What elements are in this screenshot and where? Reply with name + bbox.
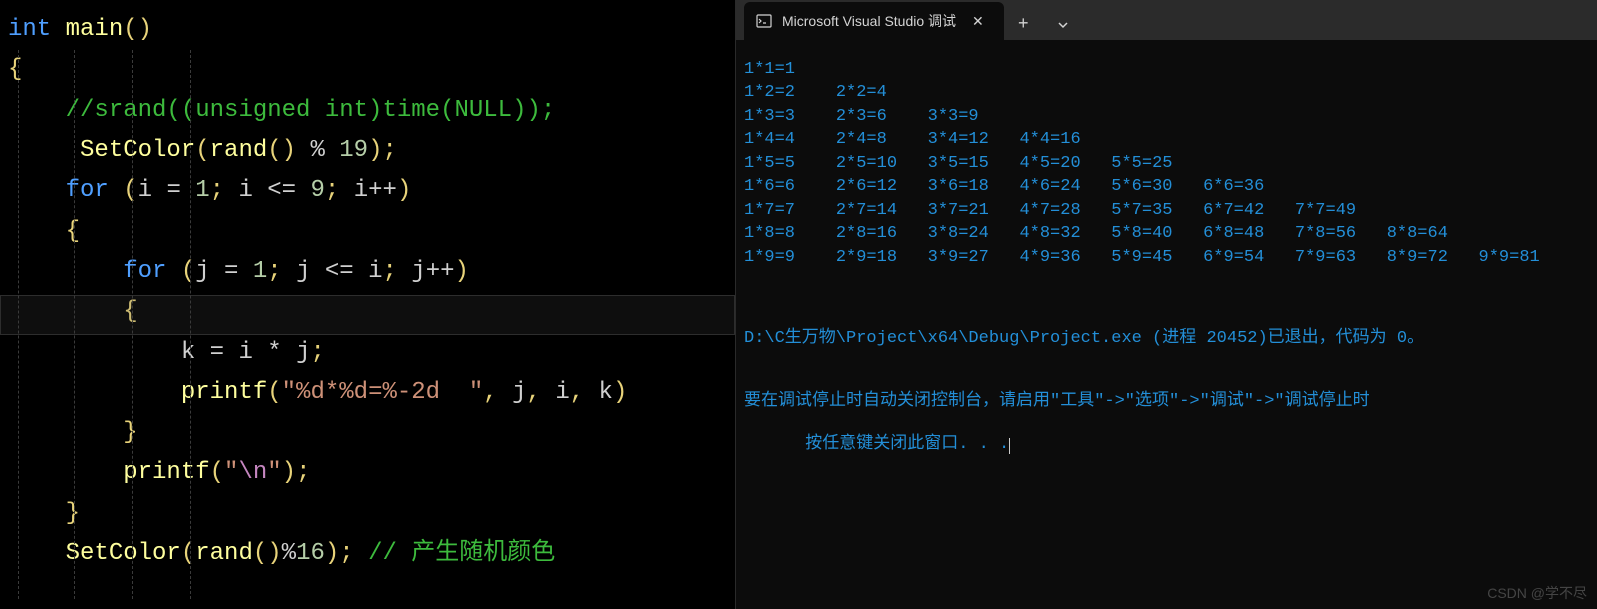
table-row: 1*8=8 2*8=16 3*8=24 4*8=32 5*8=40 6*8=48… <box>744 222 1589 245</box>
code-line[interactable]: k = i * j; <box>8 333 735 373</box>
terminal-tab[interactable]: Microsoft Visual Studio 调试 ✕ <box>744 2 1004 40</box>
table-row: 1*6=6 2*6=12 3*6=18 4*6=24 5*6=30 6*6=36 <box>744 175 1589 198</box>
new-tab-button[interactable]: + <box>1004 7 1043 40</box>
code-line[interactable]: for (j = 1; j <= i; j++) <box>8 252 735 292</box>
table-row: 1*4=4 2*4=8 3*4=12 4*4=16 <box>744 128 1589 151</box>
exit-line: 要在调试停止时自动关闭控制台，请启用"工具"->"选项"->"调试"->"调试停… <box>744 391 1589 412</box>
code-line[interactable]: for (i = 1; i <= 9; i++) <box>8 171 735 211</box>
watermark: CSDN @学不尽 <box>1487 584 1587 603</box>
table-row: 1*9=9 2*9=18 3*9=27 4*9=36 5*9=45 6*9=54… <box>744 246 1589 269</box>
code-line[interactable]: { <box>8 292 735 332</box>
tab-title: Microsoft Visual Studio 调试 <box>782 11 956 31</box>
table-row: 1*5=5 2*5=10 3*5=15 4*5=20 5*5=25 <box>744 152 1589 175</box>
code-line[interactable]: } <box>8 413 735 453</box>
code-line[interactable]: //srand((unsigned int)time(NULL)); <box>8 91 735 131</box>
close-icon[interactable]: ✕ <box>966 11 990 32</box>
code-line[interactable]: SetColor(rand()%16); // 产生随机颜色 <box>8 534 735 574</box>
code-line[interactable]: } <box>8 494 735 534</box>
terminal-body[interactable]: 1*1=1 1*2=2 2*2=4 1*3=3 2*3=6 3*3=9 1*4=… <box>736 40 1597 609</box>
exit-line: D:\C生万物\Project\x64\Debug\Project.exe (进… <box>744 328 1589 349</box>
multiplication-table: 1*1=1 1*2=2 2*2=4 1*3=3 2*3=6 3*3=9 1*4=… <box>744 58 1589 269</box>
table-row: 1*2=2 2*2=4 <box>744 81 1589 104</box>
code-line[interactable]: SetColor(rand() % 19); <box>8 131 735 171</box>
code-line[interactable]: printf("%d*%d=%-2d ", j, i, k) <box>8 373 735 413</box>
code-line[interactable]: printf("\n"); <box>8 453 735 493</box>
terminal-icon <box>756 13 772 29</box>
code-line[interactable]: { <box>8 212 735 252</box>
debug-console: Microsoft Visual Studio 调试 ✕ + 1*1=1 1*2… <box>735 0 1597 609</box>
code-line[interactable]: int main() <box>8 10 735 50</box>
code-editor[interactable]: int main(){ //srand((unsigned int)time(N… <box>0 0 735 609</box>
table-row: 1*7=7 2*7=14 3*7=21 4*7=28 5*7=35 6*7=42… <box>744 199 1589 222</box>
exit-message: D:\C生万物\Project\x64\Debug\Project.exe (进… <box>744 285 1589 476</box>
table-row: 1*3=3 2*3=6 3*3=9 <box>744 105 1589 128</box>
terminal-cursor <box>1009 438 1010 454</box>
table-row: 1*1=1 <box>744 58 1589 81</box>
terminal-tab-bar: Microsoft Visual Studio 调试 ✕ + <box>736 0 1597 40</box>
code-line[interactable]: { <box>8 50 735 90</box>
tab-dropdown-button[interactable] <box>1043 12 1083 40</box>
exit-line: 按任意键关闭此窗口. . . <box>805 435 1009 454</box>
